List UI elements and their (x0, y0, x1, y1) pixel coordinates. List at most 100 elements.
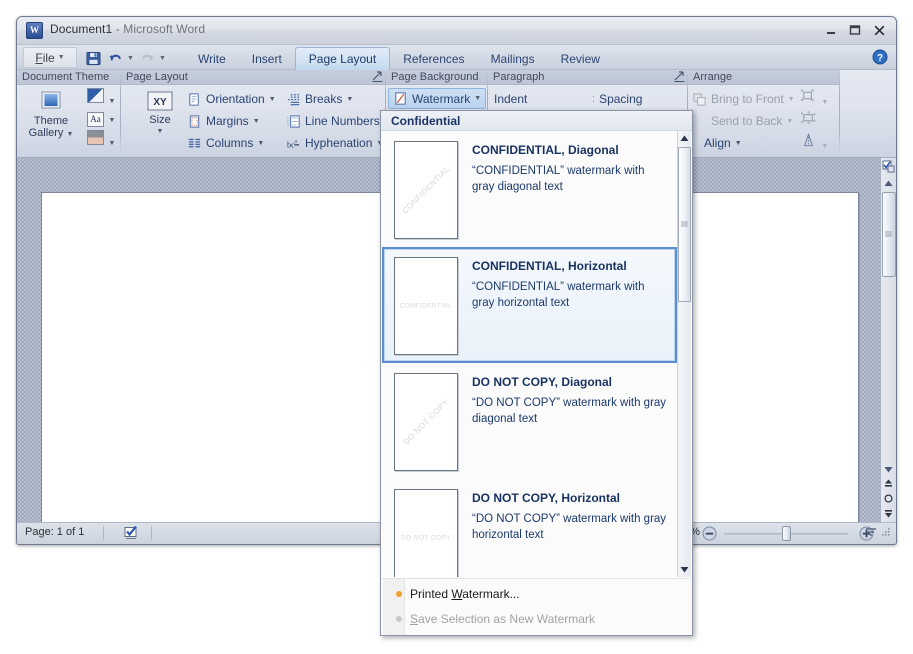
undo-chevron-down-icon[interactable]: ▼ (127, 55, 134, 62)
theme-effects-icon (87, 130, 104, 145)
spacing-text: Spacing (599, 92, 643, 106)
chevron-down-icon: ▼ (257, 139, 265, 147)
gallery-item-description: “CONFIDENTIAL” watermark with gray horiz… (472, 281, 645, 309)
spacing-colon: : (592, 93, 596, 105)
title-bar: W Document1 - Microsoft Word (17, 17, 896, 45)
rotate-button[interactable]: ▼ (800, 132, 828, 153)
help-icon[interactable]: ? (872, 49, 888, 65)
previous-page-icon[interactable] (882, 477, 895, 490)
watermark-label: Watermark (412, 91, 471, 106)
watermark-preview-thumbnail: CONFIDENTIAL (394, 141, 458, 239)
resize-grip-icon[interactable] (880, 526, 892, 541)
margins-button[interactable]: Margins ▼ (187, 110, 260, 132)
select-browse-object-icon[interactable] (882, 492, 895, 505)
hyphenation-button[interactable]: bca Hyphenation ▼ (286, 132, 383, 154)
group-objects-button[interactable]: ▼ (800, 88, 828, 109)
redo-icon (139, 50, 156, 67)
gallery-section-header: Confidential (381, 111, 692, 131)
gallery-item-do-not-copy-horizontal[interactable]: DO NOT COPY DO NOT COPY, Horizontal “DO … (382, 479, 677, 577)
file-tab[interactable]: File ▼ (23, 47, 77, 68)
chevron-down-icon: ▼ (346, 95, 354, 103)
tab-mailings[interactable]: Mailings (478, 48, 548, 70)
selection-pane-button[interactable] (800, 110, 817, 131)
bring-to-front-button[interactable]: Bring to Front ▼ (692, 88, 795, 110)
chevron-down-icon: ▼ (108, 117, 116, 124)
close-icon[interactable] (868, 21, 890, 39)
ribbon-tab-row: File ▼ ▼ ▼ Write Insert Page Layout Refe… (17, 45, 896, 70)
margins-label: Margins (206, 114, 249, 128)
printed-watermark-command[interactable]: Printed Watermark... (382, 581, 691, 606)
customize-qat-icon[interactable]: ▼ (159, 55, 166, 62)
gallery-item-do-not-copy-diagonal[interactable]: DO NOT COPY DO NOT COPY, Diagonal “DO NO… (382, 363, 677, 479)
tab-review[interactable]: Review (548, 48, 613, 70)
gallery-item-title: CONFIDENTIAL, Diagonal (472, 143, 619, 157)
scroll-down-icon[interactable] (881, 462, 896, 477)
line-numbers-button[interactable]: 123 Line Numbers ▼ (286, 110, 391, 132)
columns-button[interactable]: Columns ▼ (187, 132, 264, 154)
theme-effects-button[interactable]: ▼ (87, 130, 115, 150)
svg-text:XY: XY (153, 97, 167, 108)
group-title-page-layout: Page Layout (121, 70, 386, 85)
zoom-out-icon[interactable] (702, 526, 717, 541)
chevron-down-icon: ▼ (787, 95, 795, 103)
gallery-item-title: CONFIDENTIAL, Horizontal (472, 259, 627, 273)
tab-write[interactable]: Write (185, 48, 239, 70)
zoom-slider[interactable] (702, 525, 874, 542)
tab-references[interactable]: References (390, 48, 477, 70)
bring-to-front-label: Bring to Front (711, 92, 784, 106)
align-button[interactable]: Align ▼ (704, 132, 742, 154)
gallery-item-description: “DO NOT COPY” watermark with gray diagon… (472, 397, 667, 425)
columns-icon (187, 136, 202, 151)
page-setup-dialog-launcher[interactable] (372, 71, 383, 82)
gallery-scrollbar-thumb[interactable] (678, 147, 691, 302)
save-selection-label-post: ave Selection as New Watermark (418, 611, 595, 626)
zoom-thumb[interactable] (782, 526, 791, 541)
gallery-item-confidential-diagonal[interactable]: CONFIDENTIAL CONFIDENTIAL, Diagonal “CON… (382, 131, 677, 247)
minimize-icon[interactable] (820, 21, 842, 39)
maximize-icon[interactable] (844, 21, 866, 39)
indent-text: Indent (494, 92, 528, 106)
size-icon: XY (145, 90, 175, 114)
status-right-controls (865, 525, 892, 542)
gallery-item-title: DO NOT COPY, Horizontal (472, 491, 621, 505)
indent-label: Indent (494, 88, 527, 110)
document-vertical-scrollbar[interactable] (880, 158, 896, 522)
scrollbar-thumb[interactable] (881, 192, 896, 277)
tab-page-layout[interactable]: Page Layout (294, 47, 391, 70)
theme-colors-button[interactable]: ▼ (87, 88, 115, 108)
next-page-icon[interactable] (882, 507, 895, 520)
proofing-errors-icon[interactable] (123, 525, 141, 542)
orientation-button[interactable]: Orientation ▼ (187, 88, 276, 110)
tab-insert[interactable]: Insert (239, 48, 295, 70)
gallery-item-confidential-horizontal[interactable]: CONFIDENTIAL CONFIDENTIAL, Horizontal “C… (382, 247, 677, 363)
save-icon[interactable] (85, 50, 102, 67)
scroll-up-icon[interactable] (881, 176, 896, 191)
gallery-item-description: “DO NOT COPY” watermark with gray horizo… (472, 513, 667, 541)
paragraph-dialog-launcher[interactable] (674, 71, 685, 82)
watermark-preview-text: CONFIDENTIAL (400, 164, 452, 216)
save-selection-mnemonic: S (410, 611, 419, 626)
ribbon-group-document-theme: Document Theme Theme Gallery ▼ ▼ Aa ▼ ▼ (17, 70, 121, 158)
spacing-label: : Spacing (592, 88, 642, 110)
save-selection-as-new-watermark-command[interactable]: Save Selection as New Watermark (382, 606, 691, 631)
scroll-down-icon[interactable] (678, 562, 692, 577)
browse-object-controls (882, 477, 895, 522)
gallery-scrollbar[interactable] (677, 131, 691, 577)
undo-icon[interactable] (107, 50, 124, 67)
send-to-back-button[interactable]: Send to Back ▼ (692, 110, 793, 132)
watermark-preview-thumbnail: DO NOT COPY (394, 373, 458, 471)
chevron-down-icon: ▼ (734, 139, 742, 147)
chevron-down-icon: ▼ (821, 99, 829, 106)
page-indicator[interactable]: Page: 1 of 1 (25, 526, 84, 538)
line-numbers-icon: 123 (286, 114, 301, 129)
watermark-button[interactable]: Watermark ▼ (388, 88, 487, 109)
select-browse-object-top-icon[interactable] (881, 158, 897, 176)
breaks-button[interactable]: Breaks ▼ (286, 88, 353, 110)
size-button[interactable]: XY Size ▼ (139, 90, 181, 138)
scroll-up-icon[interactable] (678, 131, 692, 146)
status-overflow-icon[interactable] (865, 525, 877, 542)
rotate-icon (800, 132, 817, 148)
theme-gallery-button[interactable]: Theme Gallery ▼ (25, 89, 77, 141)
theme-fonts-button[interactable]: Aa ▼ (87, 109, 115, 127)
svg-text:a: a (294, 138, 297, 144)
